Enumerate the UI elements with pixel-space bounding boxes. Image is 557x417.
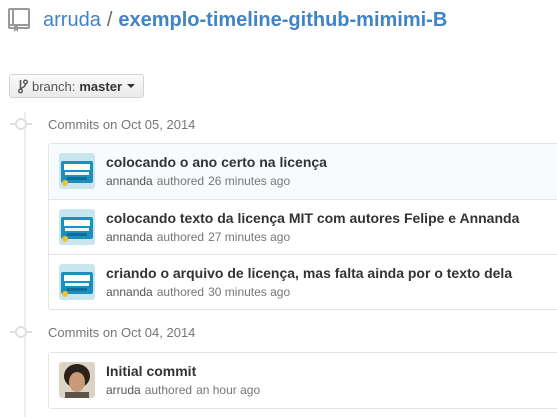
commit-row[interactable]: Initial commit arruda authored an hour ago bbox=[49, 353, 557, 408]
commit-dot-icon bbox=[10, 326, 32, 338]
commit-verb: authored bbox=[144, 383, 193, 397]
commit-verb: authored bbox=[156, 285, 205, 299]
commit-message-link[interactable]: colocando texto da licença MIT com autor… bbox=[106, 210, 519, 226]
commit-time: 26 minutes ago bbox=[208, 174, 291, 188]
commit-time: 27 minutes ago bbox=[208, 230, 291, 244]
commit-row[interactable]: colocando o ano certo na licença annanda… bbox=[49, 144, 557, 199]
repo-title: arruda / exemplo-timeline-github-mimimi-B bbox=[43, 7, 447, 33]
commit-meta: annanda authored 26 minutes ago bbox=[106, 174, 290, 188]
commit-meta: annanda authored 30 minutes ago bbox=[106, 285, 290, 299]
commit-author-link[interactable]: annanda bbox=[106, 230, 153, 244]
annanda-avatar[interactable] bbox=[59, 264, 95, 300]
commit-meta: arruda authored an hour ago bbox=[106, 383, 260, 397]
repo-name-link[interactable]: exemplo-timeline-github-mimimi-B bbox=[118, 9, 447, 31]
branch-name: master bbox=[79, 78, 123, 94]
commit-author-link[interactable]: annanda bbox=[106, 174, 153, 188]
commit-dot-icon bbox=[10, 118, 32, 130]
commit-group: Initial commit arruda authored an hour ago bbox=[48, 352, 557, 409]
commit-message-link[interactable]: colocando o ano certo na licença bbox=[106, 154, 327, 170]
commit-time: an hour ago bbox=[196, 383, 261, 397]
commit-day-label: Commits on Oct 04, 2014 bbox=[48, 324, 196, 340]
commit-time: 30 minutes ago bbox=[208, 285, 291, 299]
commit-day-label: Commits on Oct 05, 2014 bbox=[48, 116, 196, 132]
repo-owner-link[interactable]: arruda bbox=[43, 9, 101, 31]
branch-selector-button[interactable]: branch: master bbox=[9, 74, 144, 98]
commit-message-link[interactable]: Initial commit bbox=[106, 363, 196, 379]
arruda-avatar[interactable] bbox=[59, 362, 95, 398]
commit-row[interactable]: colocando texto da licença MIT com autor… bbox=[49, 199, 557, 254]
commit-day-header: Commits on Oct 05, 2014 bbox=[10, 114, 196, 134]
commit-author-link[interactable]: annanda bbox=[106, 285, 153, 299]
commit-day-header: Commits on Oct 04, 2014 bbox=[10, 322, 196, 342]
commit-author-link[interactable]: arruda bbox=[106, 383, 141, 397]
repo-separator: / bbox=[106, 9, 113, 31]
repo-book-icon bbox=[8, 8, 30, 32]
annanda-avatar[interactable] bbox=[59, 209, 95, 245]
commit-message-link[interactable]: criando o arquivo de licença, mas falta … bbox=[106, 265, 512, 281]
commit-verb: authored bbox=[156, 230, 205, 244]
annanda-avatar[interactable] bbox=[59, 153, 95, 189]
commit-meta: annanda authored 27 minutes ago bbox=[106, 230, 290, 244]
branch-label: branch: bbox=[32, 78, 76, 94]
repo-header: arruda / exemplo-timeline-github-mimimi-B bbox=[8, 5, 447, 35]
caret-down-icon bbox=[127, 84, 136, 88]
git-branch-icon bbox=[18, 79, 28, 93]
commit-row[interactable]: criando o arquivo de licença, mas falta … bbox=[49, 254, 557, 309]
commit-group: colocando o ano certo na licença annanda… bbox=[48, 143, 557, 310]
timeline-line bbox=[24, 112, 26, 417]
commit-verb: authored bbox=[156, 174, 205, 188]
